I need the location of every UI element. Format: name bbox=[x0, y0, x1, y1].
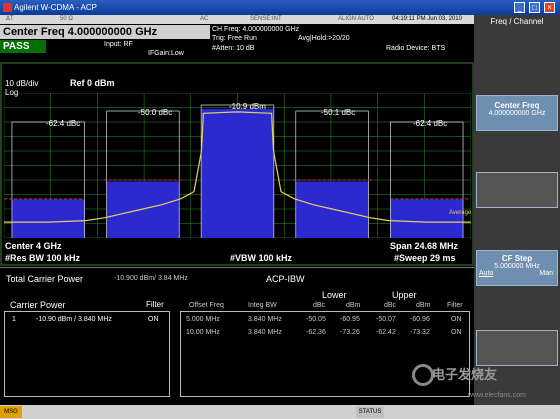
status-strip: ΔT 50 Ω AC SENSE:INT ALIGN AUTO 04:19:11… bbox=[0, 15, 474, 24]
col-integ-bw: Integ BW bbox=[248, 302, 277, 309]
vbw-label: #VBW 100 kHz bbox=[230, 253, 293, 263]
status-impedance: 50 Ω bbox=[60, 16, 73, 22]
integration-band-3 bbox=[295, 181, 369, 238]
carrier-row-filter: ON bbox=[148, 316, 159, 323]
integration-band-0 bbox=[11, 199, 85, 238]
status-button[interactable]: STATUS bbox=[356, 406, 384, 418]
scale-label: 10 dB/div bbox=[5, 79, 39, 88]
window-title: Agilent W-CDMA - ACP bbox=[14, 3, 97, 12]
input-label: Input: RF bbox=[104, 41, 133, 48]
cf-step-softkey-label: CF Step bbox=[501, 254, 533, 263]
app-icon bbox=[3, 3, 12, 12]
msg-button[interactable]: MSG bbox=[0, 406, 22, 418]
softkey-blank-2[interactable] bbox=[476, 172, 558, 208]
watermark-url: www.elecfans.com bbox=[468, 392, 526, 399]
carrier-row-index: 1 bbox=[12, 316, 16, 323]
carrier-power-table bbox=[4, 311, 170, 397]
spectrum-plot[interactable] bbox=[4, 93, 471, 238]
average-label: Average bbox=[449, 210, 472, 216]
ifgain-label: IFGain:Low bbox=[148, 50, 184, 57]
trig-label: Trig: Free Run bbox=[212, 35, 257, 42]
row2-upper-dbc: -62.42 bbox=[376, 329, 396, 336]
close-button[interactable]: × bbox=[544, 2, 555, 13]
center-freq-softkey[interactable]: Center Freq 4.000000000 GHz bbox=[476, 95, 558, 131]
row1-upper-dbm: -60.96 bbox=[410, 316, 430, 323]
center-freq-softkey-value: 4.000000000 GHz bbox=[488, 110, 546, 117]
res-bw-label: #Res BW 100 kHz bbox=[5, 253, 81, 263]
atten-label: #Atten: 10 dB bbox=[212, 45, 255, 52]
col-lower-dbm: dBm bbox=[346, 302, 361, 309]
ref-label: Ref 0 dBm bbox=[70, 78, 115, 88]
row1-upper-dbc: -50.07 bbox=[376, 316, 396, 323]
minimize-button[interactable]: _ bbox=[514, 2, 525, 13]
row1-offset: 5.000 MHz bbox=[186, 316, 220, 323]
col-offset-freq: Offset Freq bbox=[189, 302, 224, 309]
status-sense: SENSE:INT bbox=[250, 16, 282, 22]
softkey-blank-4[interactable] bbox=[476, 330, 558, 366]
col-upper-dbm: dBm bbox=[416, 302, 431, 309]
row1-lower-dbc: -50.05 bbox=[306, 316, 326, 323]
carrier-filter-header: Filter bbox=[146, 300, 164, 309]
title-bar: Agilent W-CDMA - ACP _ □ × bbox=[0, 0, 560, 15]
bottom-status-bar bbox=[0, 405, 560, 419]
band-label-main: -10.9 dBm bbox=[229, 102, 266, 111]
cf-step-softkey-value: 5.000000 MHz bbox=[494, 263, 540, 270]
acp-title: ACP-IBW bbox=[266, 274, 305, 284]
total-carrier-power-label: Total Carrier Power bbox=[6, 274, 84, 284]
avg-hold-label: Avg|Hold:>20/20 bbox=[298, 35, 350, 42]
integration-band-1 bbox=[106, 181, 180, 238]
carrier-row-value: -10.90 dBm / 3.840 MHz bbox=[36, 316, 112, 323]
watermark-logo-icon bbox=[412, 364, 434, 386]
cf-step-auto[interactable]: Auto bbox=[479, 270, 493, 277]
col-filter: Filter bbox=[447, 302, 463, 309]
row2-upper-dbm: -73.32 bbox=[410, 329, 430, 336]
col-upper-dbc: dBc bbox=[384, 302, 397, 309]
row2-filter: ON bbox=[451, 329, 462, 336]
center-freq-readout[interactable]: Center Freq 4.000000000 GHz bbox=[0, 25, 210, 39]
row1-lower-dbm: -60.95 bbox=[340, 316, 360, 323]
band-label-r1: -50.1 dBc bbox=[321, 108, 356, 117]
upper-header: Upper bbox=[392, 290, 417, 300]
watermark-text: 电子发烧友 bbox=[432, 367, 498, 382]
row2-integ: 3.840 MHz bbox=[248, 329, 282, 336]
band-label-l2: -62.4 dBc bbox=[46, 119, 81, 128]
col-lower-dbc: dBc bbox=[313, 302, 326, 309]
center-label: Center 4 GHz bbox=[5, 241, 62, 251]
row2-lower-dbc: -62.36 bbox=[306, 329, 326, 336]
status-coupling: AC bbox=[200, 16, 209, 22]
integration-band-2 bbox=[201, 108, 274, 238]
center-freq-softkey-label: Center Freq bbox=[494, 101, 540, 110]
span-label: Span 24.68 MHz bbox=[390, 241, 459, 251]
band-label-r2: -62.4 dBc bbox=[413, 119, 448, 128]
lower-header: Lower bbox=[322, 290, 347, 300]
ch-freq-label: CH Freq: 4.000000000 GHz bbox=[212, 26, 300, 33]
row2-lower-dbm: -73.26 bbox=[340, 329, 360, 336]
maximize-button[interactable]: □ bbox=[529, 2, 540, 13]
row2-offset: 10.00 MHz bbox=[186, 329, 220, 336]
sweep-label: #Sweep 29 ms bbox=[394, 253, 456, 263]
status-align: ALIGN AUTO bbox=[338, 16, 374, 22]
carrier-power-header: Carrier Power bbox=[10, 300, 66, 310]
row1-filter: ON bbox=[451, 316, 462, 323]
row1-integ: 3.840 MHz bbox=[248, 316, 282, 323]
status-time: 04:19:11 PM Jun 03, 2010 bbox=[392, 16, 462, 22]
total-carrier-power-value: -10.900 dBm/ 3.84 MHz bbox=[114, 275, 188, 282]
cf-step-man[interactable]: Man bbox=[539, 270, 553, 277]
cf-step-softkey[interactable]: CF Step 5.000000 MHz Auto Man bbox=[476, 250, 558, 286]
menu-title: Freq / Channel bbox=[490, 17, 544, 26]
status-delta: ΔT bbox=[6, 16, 14, 22]
band-label-l1: -50.0 dBc bbox=[138, 108, 173, 117]
pass-badge: PASS bbox=[0, 40, 46, 53]
radio-device-label: Radio Device: BTS bbox=[386, 45, 446, 52]
integration-band-4 bbox=[390, 199, 464, 238]
